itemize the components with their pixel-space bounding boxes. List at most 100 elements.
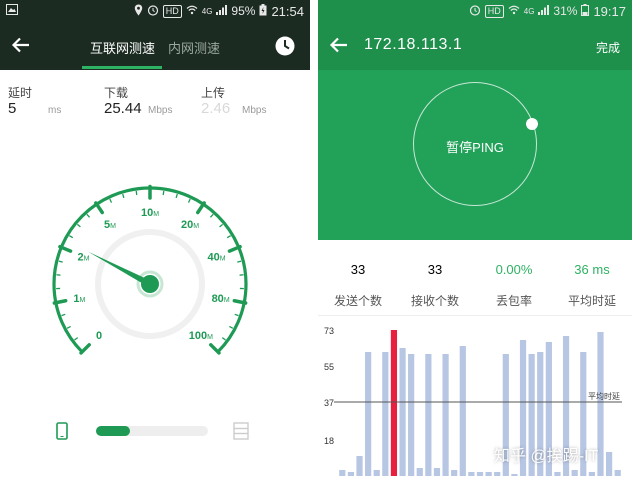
gauge-minor-tick	[226, 235, 231, 239]
download-value: 25.44	[104, 100, 142, 117]
hd-badge: HD	[484, 4, 504, 18]
target-ip-title: 172.18.113.1	[364, 36, 463, 53]
battery-percent: 31%	[553, 4, 578, 18]
latency-bar	[571, 470, 578, 476]
battery-icon	[259, 3, 267, 19]
ping-control-panel: 暂停PING	[318, 70, 632, 240]
gauge-tick-label: 1M	[73, 293, 85, 305]
latency-bar	[554, 472, 561, 476]
status-bar: HD 4G 95% 21:54	[0, 0, 310, 22]
sent-count-value: 33	[350, 262, 366, 277]
watermark: 知乎 @挨踢-IT	[494, 448, 599, 465]
gauge-minor-tick	[58, 260, 63, 263]
done-button[interactable]: 完成	[596, 39, 620, 56]
speed-gauge: 0 1M 2M 5M 10M 20M 40M 80M 100M	[52, 184, 248, 355]
app-header: 互联网测速 内网测速	[0, 22, 310, 70]
latency-bar	[476, 472, 484, 476]
gauge-minor-tick	[187, 198, 191, 203]
latency-bar	[485, 472, 492, 476]
alarm-icon	[469, 4, 481, 19]
latency-bar	[597, 332, 604, 476]
upload-label: 上传	[201, 86, 226, 100]
y-tick-label: 37	[324, 398, 334, 408]
gauge-major-tick	[79, 343, 91, 355]
signal-icon	[216, 4, 228, 18]
progress-fill	[96, 426, 130, 436]
avg-latency-label: 平均时延	[567, 294, 616, 308]
latency-bar	[356, 456, 363, 476]
latency-bar	[459, 346, 466, 476]
packet-loss-label: 丢包率	[495, 294, 532, 308]
gauge-minor-tick	[219, 223, 224, 228]
latency-bar	[365, 352, 372, 476]
latency-bar	[425, 354, 432, 476]
latency-label: 延时	[8, 86, 33, 100]
tab-internet-speed[interactable]: 互联网测速	[90, 38, 155, 57]
gauge-tick-label: 10M	[141, 207, 159, 219]
latency-bar-max	[390, 330, 398, 476]
latency-bar	[605, 452, 613, 476]
latency-bar	[468, 472, 475, 476]
pause-ping-button[interactable]: 暂停PING	[413, 137, 537, 156]
location-icon	[134, 4, 143, 19]
gauge-tick-label: 5M	[104, 219, 116, 231]
gauge-minor-tick	[86, 213, 91, 218]
sent-count-label: 发送个数	[333, 294, 382, 308]
phone-icon	[56, 422, 68, 445]
gauge-tick-label: 20M	[181, 219, 199, 231]
y-tick-label: 18	[324, 436, 334, 446]
gauge-major-tick	[209, 343, 221, 355]
latency-bar	[339, 470, 346, 476]
tab-lan-speed[interactable]: 内网测速	[168, 38, 220, 57]
download-label: 下载	[104, 86, 129, 100]
latency-bar	[442, 354, 449, 476]
latency-unit: ms	[48, 105, 62, 116]
upload-unit: Mbps	[242, 105, 267, 116]
gauge-minor-tick	[66, 325, 71, 329]
battery-icon	[581, 3, 590, 19]
latency-bar	[588, 472, 595, 476]
gauge-major-tick	[232, 299, 248, 305]
gauge-major-tick	[52, 299, 68, 305]
avg-latency-value: 36 ms	[574, 262, 610, 277]
latency-bar	[382, 352, 389, 476]
ring-progress-dot	[526, 118, 538, 130]
gauge-minor-tick	[69, 235, 74, 239]
gauge-minor-tick	[61, 313, 66, 317]
received-count-label: 接收个数	[410, 294, 459, 308]
back-arrow-icon[interactable]	[328, 34, 350, 56]
back-arrow-icon[interactable]	[10, 34, 32, 56]
gauge-minor-tick	[162, 190, 165, 196]
alarm-icon	[147, 4, 159, 19]
network-type: 4G	[523, 6, 535, 16]
gauge-tick-label: 100M	[189, 330, 213, 342]
gauge-minor-tick	[229, 325, 234, 329]
gauge-minor-tick	[135, 190, 138, 196]
latency-bar	[373, 470, 380, 476]
network-type: 4G	[201, 6, 213, 16]
signal-icon	[538, 4, 550, 18]
packet-loss-value: 0.00%	[495, 262, 533, 277]
latency-bar	[494, 472, 501, 476]
latency-bar	[408, 354, 415, 476]
gauge-minor-tick	[109, 198, 113, 203]
ping-header: 172.18.113.1 完成	[318, 22, 632, 70]
battery-percent: 95%	[231, 4, 256, 18]
y-tick-label: 73	[324, 326, 334, 336]
hd-badge: HD	[162, 4, 182, 18]
latency-value: 5	[8, 100, 17, 117]
test-progress-bar	[96, 426, 208, 436]
y-tick-label: 55	[324, 362, 334, 372]
status-bar: HD 4G 31% 19:17	[318, 0, 632, 22]
gauge-minor-tick	[76, 223, 81, 228]
gauge-minor-tick	[209, 213, 214, 218]
server-icon	[233, 422, 249, 445]
latency-bar	[614, 470, 621, 476]
gauge-minor-tick	[175, 193, 178, 199]
gauge-tick-label: 2M	[77, 251, 89, 263]
history-clock-icon[interactable]	[274, 35, 296, 57]
gauge-minor-tick	[237, 260, 242, 263]
speedtest-screen: HD 4G 95% 21:54 互联网测速 内网测速 延时 5 ms 下载 25…	[0, 0, 310, 480]
gauge-minor-tick	[234, 313, 239, 317]
upload-value: 2.46	[201, 100, 231, 117]
